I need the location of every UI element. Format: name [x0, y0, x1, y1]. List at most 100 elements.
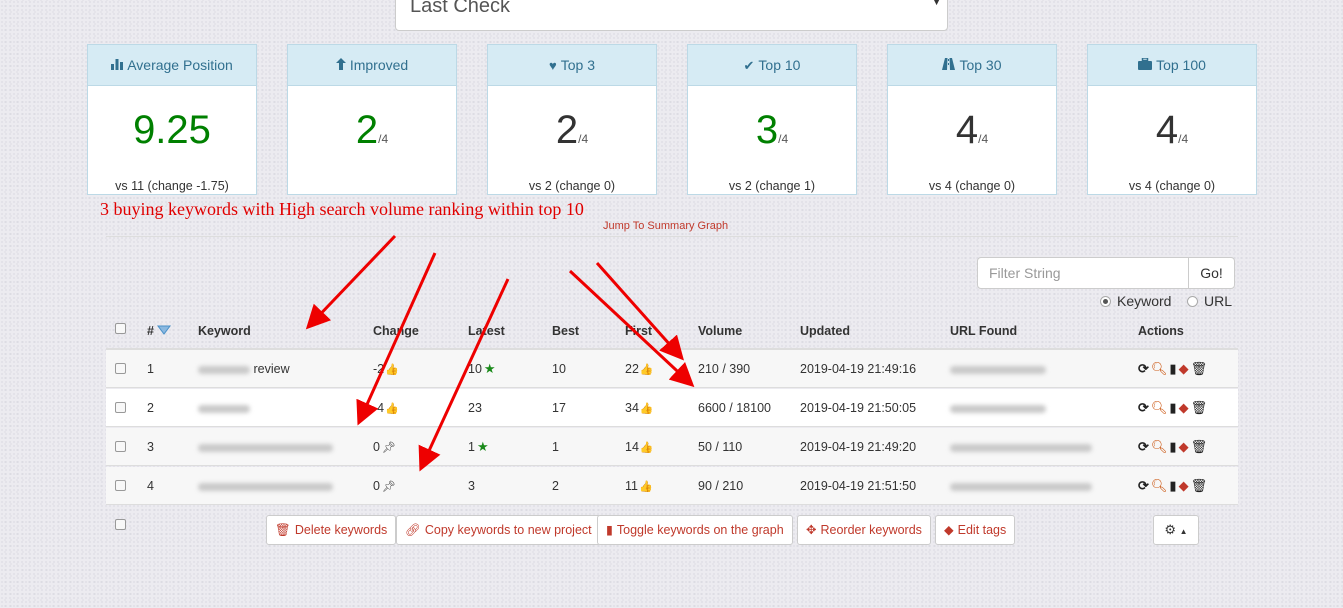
gear-icon: ⚙	[1164, 522, 1177, 537]
bar-chart-icon[interactable]: ▮	[1169, 400, 1176, 415]
row-actions: ⟳ 🔍︎ ▮ ◆ 🗑︎	[1138, 428, 1209, 466]
row-keyword[interactable]	[198, 467, 333, 505]
row-actions: ⟳ 🔍︎ ▮ ◆ 🗑︎	[1138, 350, 1209, 388]
refresh-icon[interactable]: ⟳	[1138, 361, 1149, 376]
col-best-header[interactable]: Best	[552, 324, 579, 338]
sort-desc-icon[interactable]	[157, 324, 172, 338]
row-latest: 1 ★	[468, 439, 489, 454]
table-row: 2 -4👍 23 17 34👍 6600 / 18100 2019-04-19 …	[106, 389, 1238, 427]
heart-icon: ♥	[549, 58, 557, 73]
period-select-value: Last Check	[410, 0, 511, 17]
caret-down-icon: ▼	[932, 0, 941, 7]
search-mode-keyword[interactable]: Keyword	[1100, 293, 1171, 309]
search-mode-url[interactable]: URL	[1187, 293, 1232, 309]
tag-icon[interactable]: ◆	[1179, 478, 1189, 493]
refresh-icon[interactable]: ⟳	[1138, 478, 1149, 493]
bar-chart-icon: ▮	[606, 523, 613, 537]
col-change-header[interactable]: Change	[373, 324, 419, 338]
row-checkbox[interactable]	[115, 363, 126, 374]
trash-icon: 🗑︎	[275, 523, 291, 537]
stat-value: 4/4	[955, 108, 989, 152]
settings-dropdown-button[interactable]: ⚙ ▲	[1153, 515, 1199, 545]
row-checkbox[interactable]	[115, 441, 126, 452]
row-checkbox[interactable]	[115, 402, 126, 413]
stat-compare: vs 4 (change 0)	[928, 179, 1016, 193]
col-keyword-header[interactable]: Keyword	[198, 324, 251, 338]
search-icon[interactable]: 🔍︎	[1151, 361, 1168, 376]
row-best: 17	[552, 401, 566, 415]
bar-chart-icon[interactable]: ▮	[1169, 439, 1176, 454]
stat-title: Average Position	[127, 57, 233, 73]
row-url[interactable]	[950, 467, 1092, 505]
radio-keyword[interactable]	[1100, 296, 1111, 307]
row-keyword[interactable]	[198, 389, 250, 427]
bottom-select-all-checkbox[interactable]	[115, 519, 126, 530]
tag-icon[interactable]: ◆	[1179, 439, 1189, 454]
filter-input[interactable]: Filter String	[977, 257, 1189, 289]
trash-icon[interactable]: 🗑︎	[1191, 400, 1208, 415]
col-actions-header: Actions	[1138, 324, 1184, 338]
edit-tags-button[interactable]: ◆ Edit tags	[935, 515, 1016, 545]
toggle-keywords-graph-button[interactable]: ▮ Toggle keywords on the graph	[597, 515, 793, 545]
stat-compare: vs 2 (change 0)	[528, 179, 616, 193]
stat-top-100: Top 100 4/4 vs 4 (change 0)	[1087, 44, 1257, 195]
stat-value: 2/4	[355, 108, 389, 152]
row-best: 2	[552, 479, 559, 493]
thumbs-up-icon: 👍	[639, 403, 654, 415]
row-actions: ⟳ 🔍︎ ▮ ◆ 🗑︎	[1138, 467, 1209, 505]
row-keyword[interactable]: review	[198, 350, 290, 388]
stat-title: Top 10	[758, 57, 801, 73]
row-updated: 2019-04-19 21:49:20	[800, 440, 917, 454]
row-checkbox[interactable]	[115, 480, 126, 491]
bar-chart-icon[interactable]: ▮	[1169, 361, 1176, 376]
row-volume: 210 / 390	[698, 362, 751, 376]
thumbs-up-icon: 👍	[638, 481, 653, 493]
refresh-icon[interactable]: ⟳	[1138, 439, 1149, 454]
row-url[interactable]	[950, 389, 1046, 427]
bar-chart-icon[interactable]: ▮	[1169, 478, 1176, 493]
delete-keywords-button[interactable]: 🗑︎ Delete keywords	[266, 515, 397, 545]
col-url-header[interactable]: URL Found	[950, 324, 1017, 338]
arrow-4	[595, 262, 684, 361]
col-updated-header[interactable]: Updated	[800, 324, 850, 338]
row-updated: 2019-04-19 21:49:16	[800, 362, 917, 376]
pin-icon: 📌︎	[381, 481, 396, 493]
tag-icon[interactable]: ◆	[1179, 400, 1189, 415]
row-keyword[interactable]	[198, 428, 333, 466]
row-first: 22👍	[625, 362, 654, 376]
col-volume-header[interactable]: Volume	[698, 324, 742, 338]
search-icon[interactable]: 🔍︎	[1151, 400, 1168, 415]
col-num-header[interactable]: #	[147, 324, 172, 338]
refresh-icon[interactable]: ⟳	[1138, 400, 1149, 415]
trash-icon[interactable]: 🗑︎	[1191, 361, 1208, 376]
row-best: 1	[552, 440, 559, 454]
select-all-checkbox[interactable]	[115, 323, 126, 334]
row-volume: 6600 / 18100	[698, 401, 771, 415]
row-url[interactable]	[950, 350, 1046, 388]
trash-icon[interactable]: 🗑︎	[1191, 439, 1208, 454]
row-volume: 90 / 210	[698, 479, 744, 493]
col-latest-header[interactable]: Latest	[468, 324, 505, 338]
stat-title: Top 3	[560, 57, 595, 73]
copy-keywords-button[interactable]: 🔗︎ Copy keywords to new project	[396, 515, 601, 545]
stat-header: ✔ Top 10	[688, 45, 856, 86]
reorder-keywords-button[interactable]: ✥ Reorder keywords	[797, 515, 931, 545]
row-url[interactable]	[950, 428, 1092, 466]
stat-top-3: ♥ Top 3 2/4 vs 2 (change 0)	[487, 44, 657, 195]
search-icon[interactable]: 🔍︎	[1151, 478, 1168, 493]
col-first-header[interactable]: First	[625, 324, 652, 338]
period-select[interactable]: Last Check ▼	[395, 0, 948, 31]
radio-url[interactable]	[1187, 296, 1198, 307]
row-change: 0 📌︎	[373, 440, 396, 454]
arrow-1	[305, 234, 397, 330]
trash-icon[interactable]: 🗑︎	[1191, 478, 1208, 493]
table-row: 4 0 📌︎ 3 2 11👍 90 / 210 2019-04-19 21:51:…	[106, 467, 1238, 505]
stat-title: Top 30	[959, 57, 1002, 73]
stat-header: Top 30	[888, 45, 1056, 86]
table-row: 1 review -2👍 10 ★ 10 22👍 210 / 390 2019-0…	[106, 350, 1238, 388]
filter-go-button[interactable]: Go!	[1188, 257, 1235, 289]
tag-icon[interactable]: ◆	[1179, 361, 1189, 376]
jump-to-graph-link[interactable]: Jump To Summary Graph	[603, 220, 728, 232]
search-icon[interactable]: 🔍︎	[1151, 439, 1168, 454]
thumbs-up-icon: 👍	[385, 403, 399, 415]
